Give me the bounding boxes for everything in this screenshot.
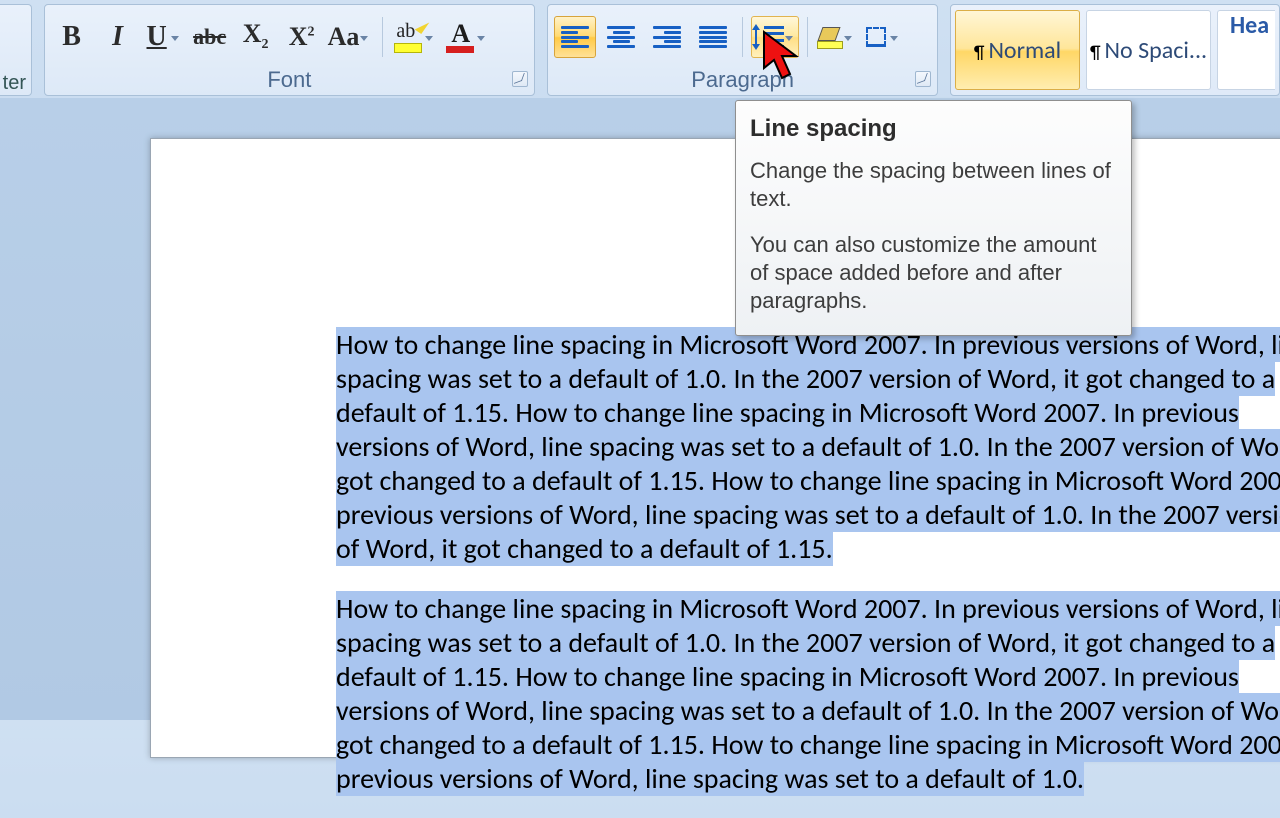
align-right-button[interactable]: [646, 16, 688, 58]
superscript-button[interactable]: X2: [281, 16, 323, 58]
ribbon: ter B I U abc X2 X2 Aa Font: [0, 0, 1280, 97]
shading-icon: [817, 25, 843, 49]
style-normal-label: Normal: [988, 36, 1061, 65]
change-case-button[interactable]: Aa: [327, 16, 375, 58]
borders-icon: [864, 25, 888, 49]
italic-button[interactable]: I: [97, 16, 139, 58]
line-spacing-icon: [752, 24, 784, 50]
paragraph-group: Paragraph: [547, 4, 938, 96]
pilcrow-icon: ¶: [974, 41, 985, 63]
style-heading-partial[interactable]: Hea: [1217, 10, 1275, 90]
style-normal[interactable]: ¶ Normal: [955, 10, 1080, 90]
bold-button[interactable]: B: [51, 16, 93, 58]
strikethrough-icon: abc: [193, 26, 226, 48]
separator: [382, 17, 383, 57]
style-no-spacing[interactable]: ¶ No Spaci...: [1086, 10, 1211, 90]
font-group: B I U abc X2 X2 Aa Font: [44, 4, 536, 96]
document-selected-text: How to change line spacing in Microsoft …: [336, 328, 1280, 818]
bold-icon: B: [62, 23, 81, 51]
separator: [807, 17, 808, 57]
superscript-icon: X2: [289, 24, 315, 50]
tooltip-line-2: You can also customize the amount of spa…: [750, 231, 1113, 315]
align-right-icon: [653, 26, 681, 48]
justify-button[interactable]: [692, 16, 734, 58]
highlight-icon: [392, 21, 424, 53]
pilcrow-icon: ¶: [1090, 41, 1101, 63]
line-spacing-tooltip: Line spacing Change the spacing between …: [735, 100, 1132, 336]
justify-icon: [699, 26, 727, 48]
tooltip-line-1: Change the spacing between lines of text…: [750, 157, 1113, 213]
tooltip-title: Line spacing: [750, 115, 1113, 143]
line-spacing-button[interactable]: [751, 16, 799, 58]
styles-gallery: ¶ Normal ¶ No Spaci... Hea: [950, 4, 1280, 96]
borders-button[interactable]: [862, 16, 904, 58]
align-center-button[interactable]: [600, 16, 642, 58]
font-color-icon: [444, 21, 476, 53]
paragraph-dialog-launcher[interactable]: [915, 71, 931, 87]
font-dialog-launcher[interactable]: [512, 71, 528, 87]
shading-button[interactable]: [816, 16, 858, 58]
font-group-label: Font: [267, 67, 311, 93]
document-para-2: How to change line spacing in Microsoft …: [336, 591, 1280, 796]
subscript-button[interactable]: X2: [235, 16, 277, 58]
align-center-icon: [607, 26, 635, 48]
clipboard-partial-label: ter: [3, 72, 26, 95]
underline-button[interactable]: U: [143, 16, 185, 58]
font-color-button[interactable]: [443, 16, 491, 58]
style-no-spacing-label: No Spaci...: [1105, 36, 1208, 65]
align-left-button[interactable]: [554, 16, 596, 58]
clipboard-group-partial: ter: [0, 4, 32, 96]
change-case-icon: Aa: [328, 24, 360, 50]
strikethrough-button[interactable]: abc: [189, 16, 231, 58]
highlight-button[interactable]: [391, 16, 439, 58]
italic-icon: I: [112, 23, 123, 51]
subscript-icon: X2: [243, 21, 269, 52]
document-para-1: How to change line spacing in Microsoft …: [336, 327, 1280, 566]
paragraph-group-label: Paragraph: [691, 67, 794, 93]
separator: [742, 17, 743, 57]
underline-icon: U: [147, 23, 167, 51]
align-left-icon: [561, 26, 589, 48]
style-heading-label: Hea: [1230, 11, 1269, 40]
